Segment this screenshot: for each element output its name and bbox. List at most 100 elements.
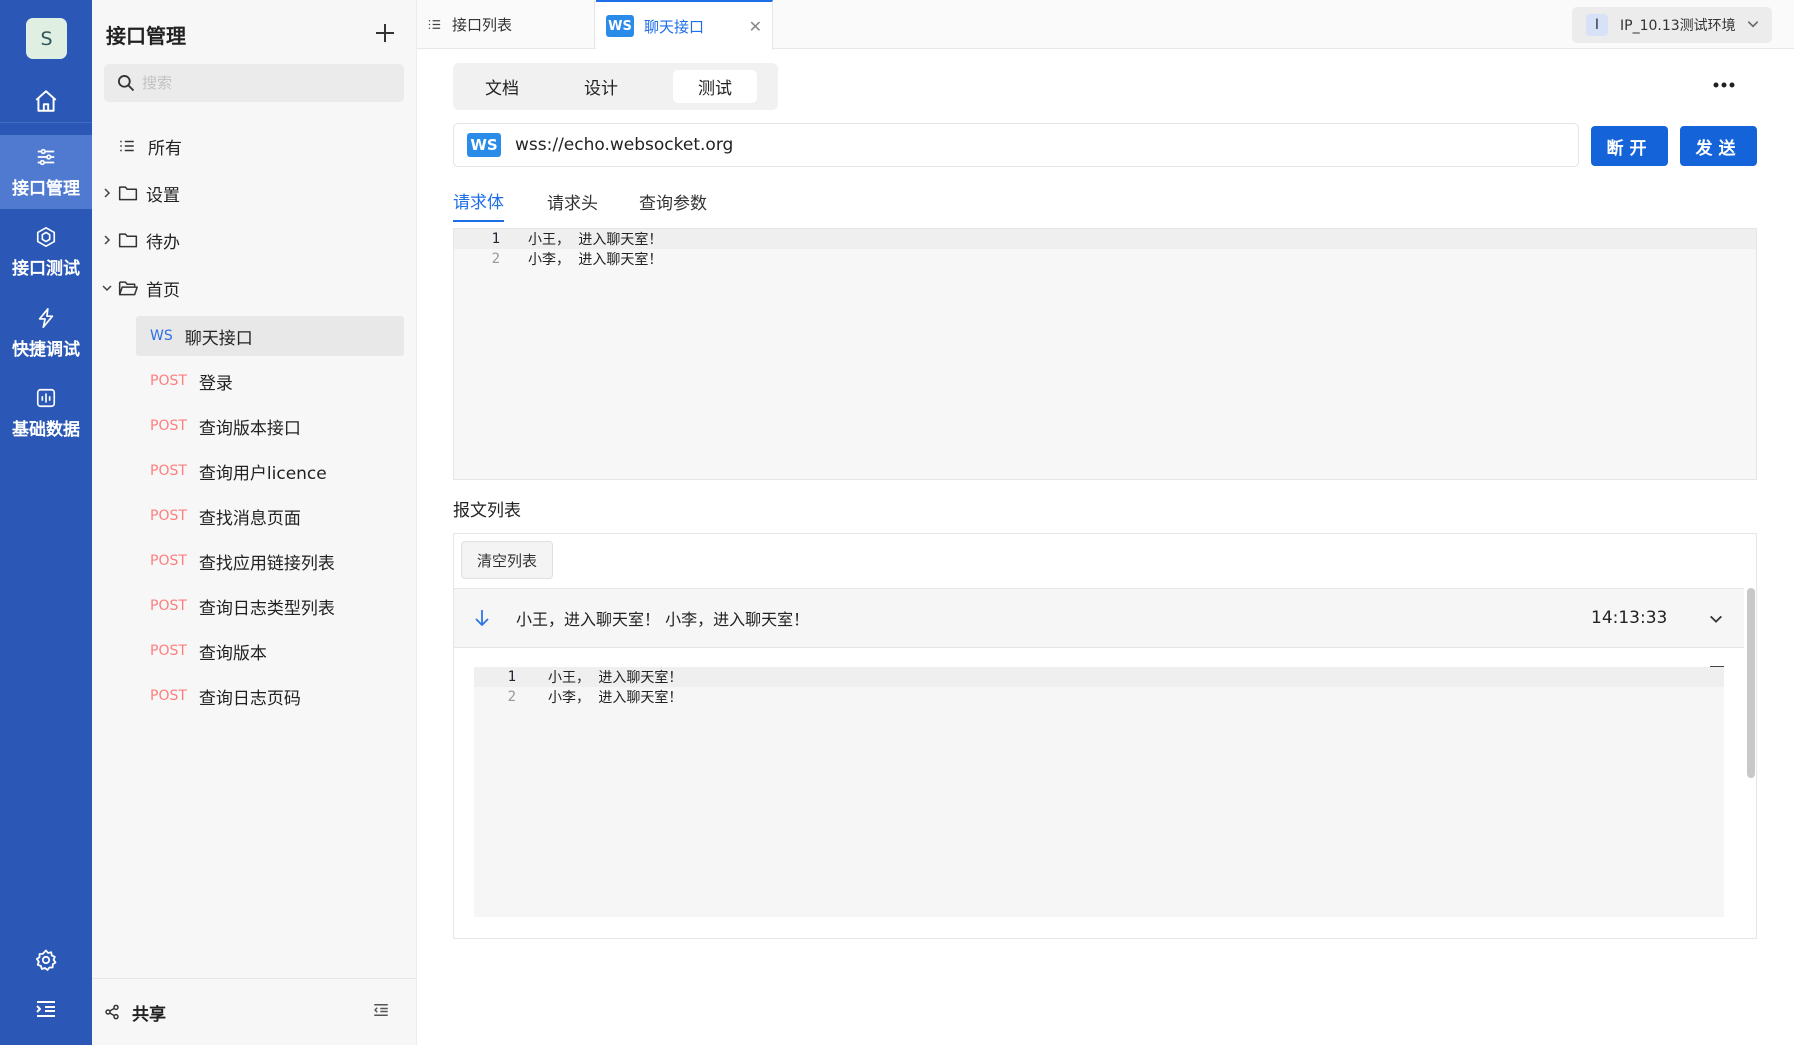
tree-folder-todo[interactable]: 待办 [96, 220, 180, 260]
protocol-badge: WS [467, 133, 501, 157]
api-item[interactable]: POST 查询日志类型列表 [136, 586, 404, 626]
api-item-name: 查询日志类型列表 [198, 598, 335, 619]
list-icon [428, 20, 441, 29]
tree-item-label: 待办 [146, 232, 180, 253]
api-item-name: 查询版本 [198, 643, 267, 664]
rail-item-api-management[interactable]: 接口管理 [0, 135, 92, 209]
rail-item-label: 基础数据 [12, 419, 80, 440]
api-item-name: 登录 [198, 373, 233, 394]
sidebar-title: 接口管理 [106, 24, 186, 48]
tab-design[interactable]: 设计 [559, 70, 643, 103]
share-label: 共享 [132, 1004, 166, 1025]
collapse-sidebar-button[interactable] [372, 1001, 390, 1023]
avatar[interactable]: S [26, 18, 67, 59]
chevron-down-icon[interactable] [96, 282, 118, 294]
home-button[interactable] [0, 80, 92, 122]
rail-item-base-data[interactable]: 基础数据 [0, 376, 92, 450]
tree-folder-settings[interactable]: 设置 [96, 173, 180, 213]
api-item[interactable]: POST 查找消息页面 [136, 496, 404, 536]
code-line: 1 小王， 进入聊天室！ [454, 229, 1756, 249]
ws-badge: WS [606, 15, 634, 37]
method-badge: WS [150, 328, 173, 344]
api-item-name: 查找应用链接列表 [198, 553, 335, 574]
tab-label: 聊天接口 [644, 17, 705, 36]
rail-item-api-testing[interactable]: 接口测试 [0, 215, 92, 289]
close-icon[interactable]: ✕ [749, 17, 762, 36]
tree-folder-home[interactable]: 首页 [96, 268, 180, 308]
chevron-right-icon[interactable] [96, 234, 118, 246]
clear-list-button[interactable]: 清空列表 [461, 541, 553, 579]
api-item-name: 聊天接口 [184, 328, 253, 349]
line-number: 2 [491, 251, 500, 267]
expand-menu-button[interactable] [0, 997, 92, 1021]
method-badge: POST [150, 508, 187, 524]
api-item[interactable]: POST 查询版本 [136, 631, 404, 671]
list-icon [120, 140, 134, 152]
api-item[interactable]: POST 查询日志页码 [136, 676, 404, 716]
folder-icon [118, 186, 138, 201]
api-item-chat[interactable]: WS 聊天接口 [136, 316, 404, 356]
tree-item-all[interactable]: 所有 [118, 126, 182, 166]
api-item[interactable]: POST 查询版本接口 [136, 406, 404, 446]
code-text: 小李， 进入聊天室！ [548, 690, 683, 706]
messages-panel: 清空列表 小王，进入聊天室！ 小李，进入聊天室！ 14:13:33 1 小王， … [453, 533, 1757, 939]
add-button[interactable] [370, 18, 400, 48]
code-text: 小王， 进入聊天室！ [528, 232, 663, 248]
method-badge: POST [150, 688, 187, 704]
method-badge: POST [150, 463, 187, 479]
api-item[interactable]: POST 登录 [136, 361, 404, 401]
tab-docs[interactable]: 文档 [460, 70, 544, 103]
folder-icon [118, 233, 138, 248]
method-badge: POST [150, 598, 187, 614]
code-text: 小王， 进入聊天室！ [548, 670, 683, 686]
disconnect-button[interactable]: 断开 [1591, 126, 1668, 166]
gear-icon [35, 949, 57, 971]
api-item[interactable]: POST 查询用户licence [136, 451, 404, 491]
tab-request-headers[interactable]: 请求头 [547, 180, 598, 222]
lightning-icon [38, 307, 54, 328]
method-badge: POST [150, 643, 187, 659]
nav-rail: S 接口管理 接口测试 快捷调试 基础数据 [0, 0, 92, 1045]
mode-switcher: 文档 设计 测试 [453, 63, 778, 110]
api-item-name: 查找消息页面 [198, 508, 301, 529]
method-badge: POST [150, 553, 187, 569]
message-row[interactable]: 小王，进入聊天室！ 小李，进入聊天室！ 14:13:33 [454, 588, 1744, 648]
chevron-down-icon[interactable] [1708, 611, 1724, 627]
rail-item-quick-debug[interactable]: 快捷调试 [0, 296, 92, 370]
sidebar-footer: 共享 [92, 978, 417, 1045]
rail-item-label: 接口管理 [12, 178, 80, 199]
message-content-editor[interactable]: 1 小王， 进入聊天室！ 2 小李， 进入聊天室！ [474, 666, 1724, 917]
tree-item-label: 首页 [146, 280, 180, 301]
settings-button[interactable] [0, 948, 92, 972]
chevron-right-icon[interactable] [96, 187, 118, 199]
search-input[interactable] [142, 74, 392, 92]
request-body-editor[interactable]: 1 小王， 进入聊天室！ 2 小李， 进入聊天室！ [453, 228, 1757, 480]
tree-item-label: 设置 [146, 185, 180, 206]
tab-label: 接口列表 [452, 16, 513, 34]
message-text: 小王，进入聊天室！ 小李，进入聊天室！ [516, 610, 810, 629]
api-item[interactable]: POST 查找应用链接列表 [136, 541, 404, 581]
tab-request-body[interactable]: 请求体 [453, 180, 504, 222]
send-button[interactable]: 发送 [1680, 126, 1757, 166]
tab-query-params[interactable]: 查询参数 [639, 180, 707, 222]
environment-selector[interactable]: I IP_10.13测试环境 [1572, 7, 1772, 43]
data-icon [36, 388, 56, 407]
tree-item-label: 所有 [148, 138, 182, 159]
share-button[interactable]: 共享 [104, 1000, 166, 1025]
tab-api-list[interactable]: 接口列表 [417, 0, 595, 49]
method-badge: POST [150, 373, 187, 389]
url-bar: WS [453, 123, 1579, 167]
scrollbar[interactable] [1747, 588, 1755, 778]
url-input[interactable] [515, 135, 1515, 155]
folder-open-icon [118, 281, 138, 296]
api-item-name: 查询用户licence [198, 463, 327, 484]
tab-test[interactable]: 测试 [673, 70, 757, 103]
api-item-name: 查询日志页码 [198, 688, 301, 709]
more-options-button[interactable] [1706, 70, 1742, 100]
tab-chat-api[interactable]: WS 聊天接口 ✕ [596, 0, 773, 50]
share-icon [105, 1004, 119, 1020]
cube-icon [36, 226, 56, 247]
api-item-name: 查询版本接口 [198, 418, 301, 439]
messages-title: 报文列表 [453, 501, 521, 521]
rail-item-label: 快捷调试 [12, 339, 80, 360]
